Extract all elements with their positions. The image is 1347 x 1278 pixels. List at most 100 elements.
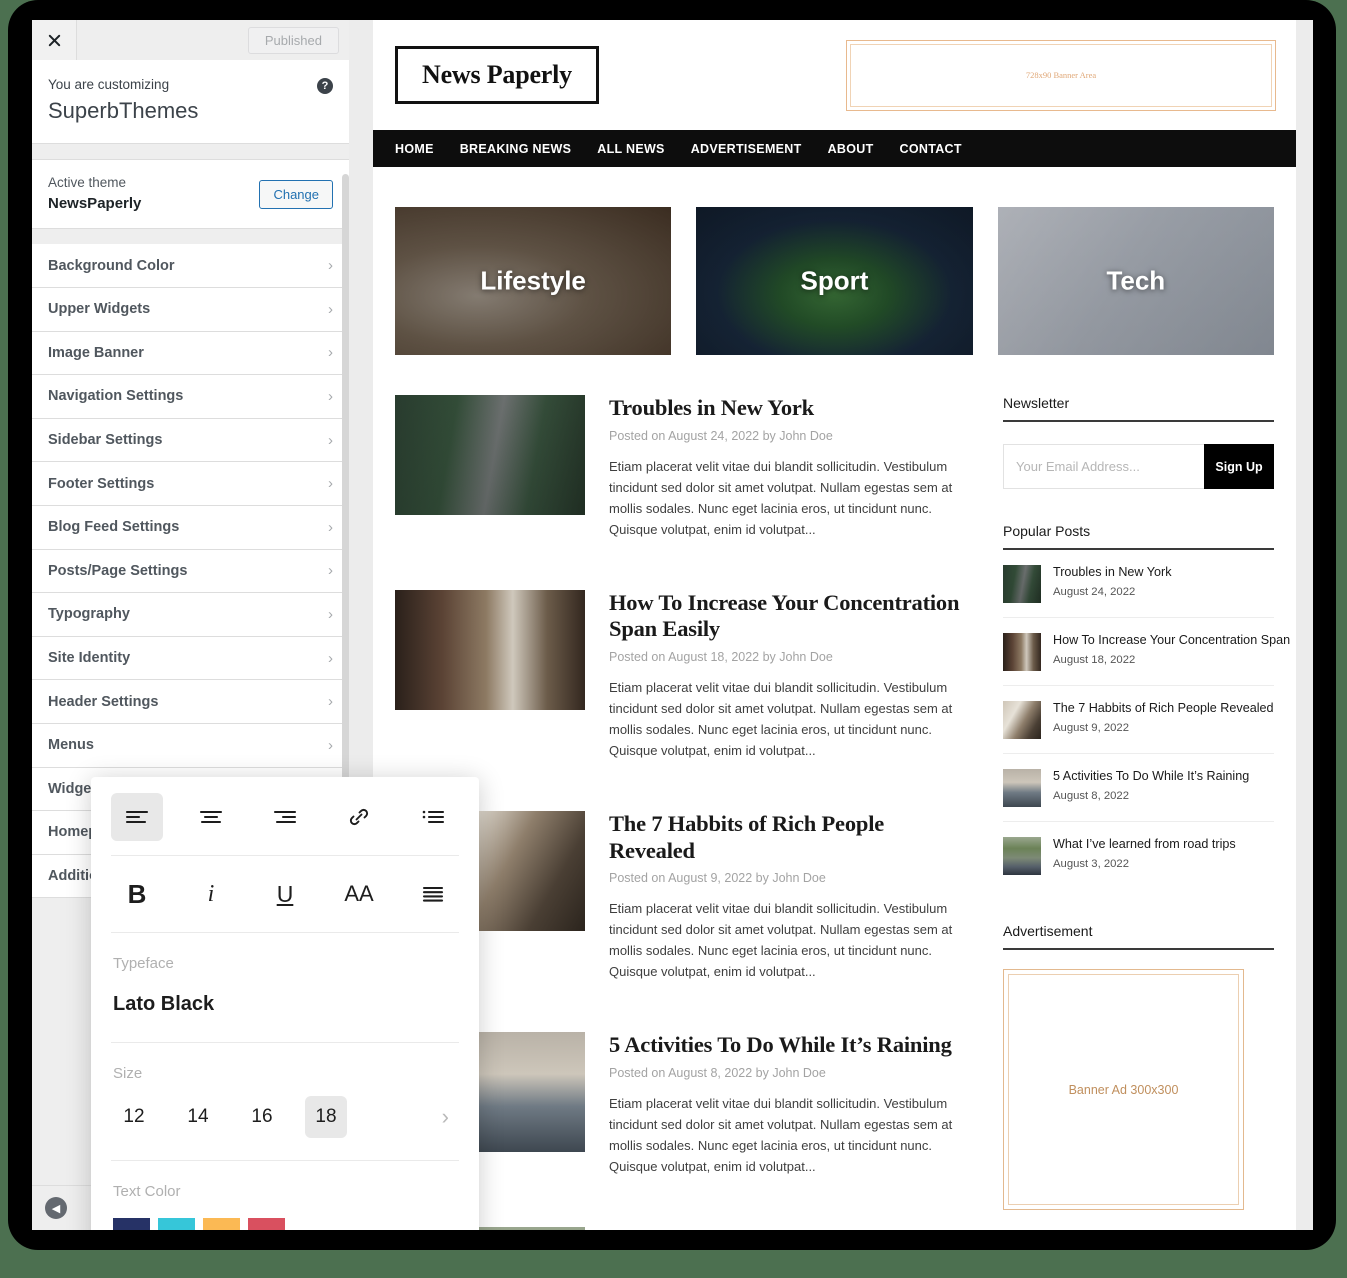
sidebar-item[interactable]: Sidebar Settings› (32, 419, 349, 463)
sidebar-item-label: Typography (48, 606, 328, 622)
sign-up-button[interactable]: Sign Up (1204, 444, 1274, 489)
popular-post-text: Troubles in New YorkAugust 24, 2022 (1053, 565, 1172, 598)
sidebar-item[interactable]: Blog Feed Settings› (32, 506, 349, 550)
category-card[interactable]: Tech (998, 207, 1274, 355)
help-icon[interactable]: ? (317, 78, 333, 94)
size-option[interactable]: 18 (305, 1096, 347, 1138)
popular-post-text: What I’ve learned from road tripsAugust … (1053, 837, 1236, 870)
italic-button[interactable]: i (185, 870, 237, 918)
post-thumbnail[interactable] (395, 590, 585, 710)
close-icon[interactable] (32, 20, 77, 60)
align-center-icon[interactable] (185, 793, 237, 841)
header-banner-area[interactable]: 728x90 Banner Area (846, 40, 1276, 111)
screen: Published You are customizing SuperbThem… (32, 20, 1313, 1230)
popular-post-thumbnail (1003, 565, 1041, 603)
size-option[interactable]: 14 (177, 1096, 219, 1138)
color-swatch[interactable] (203, 1218, 240, 1230)
site-logo[interactable]: News Paperly (395, 46, 599, 104)
post-item: What I’ve learned from road tripsPosted … (395, 1227, 973, 1230)
banner-ad-area[interactable]: Banner Ad 300x300 (1003, 969, 1244, 1210)
chevron-right-icon: › (328, 651, 333, 666)
post-meta: Posted on August 24, 2022 by John Doe (609, 429, 973, 443)
color-swatch[interactable] (113, 1218, 150, 1230)
popular-post-title: What I’ve learned from road trips (1053, 837, 1236, 853)
popular-post-item[interactable]: The 7 Habbits of Rich People RevealedAug… (1003, 686, 1274, 754)
line-height-icon[interactable] (407, 870, 459, 918)
post-meta: Posted on August 8, 2022 by John Doe (609, 1066, 973, 1080)
active-theme-label: Active theme (48, 174, 259, 193)
typeface-value[interactable]: Lato Black (113, 993, 457, 1036)
post-thumbnail[interactable] (395, 395, 585, 515)
sidebar-item-label: Image Banner (48, 345, 328, 361)
site-header: News Paperly 728x90 Banner Area (373, 20, 1296, 130)
nav-item[interactable]: BREAKING NEWS (460, 142, 572, 156)
banner-ad-label: Banner Ad 300x300 (1008, 974, 1239, 1205)
newsletter-form: Sign Up (1003, 444, 1274, 489)
chevron-right-icon: › (328, 302, 333, 317)
widget-title-advertisement: Advertisement (1003, 923, 1274, 950)
popular-post-title: How To Increase Your Concentration Span (1053, 633, 1290, 649)
popular-post-item[interactable]: What I’ve learned from road tripsAugust … (1003, 822, 1274, 889)
sidebar-item-label: Footer Settings (48, 476, 328, 492)
nav-item[interactable]: ABOUT (828, 142, 874, 156)
category-card[interactable]: Lifestyle (395, 207, 671, 355)
category-cards: Lifestyle SportTech (373, 167, 1296, 355)
customizer-scrollbar[interactable] (342, 174, 349, 854)
popular-post-thumbnail (1003, 769, 1041, 807)
nav-item[interactable]: ALL NEWS (597, 142, 664, 156)
align-left-icon[interactable] (111, 793, 163, 841)
size-options: 12 14 16 18 › (113, 1096, 457, 1154)
sidebar-item[interactable]: Typography› (32, 593, 349, 637)
sidebar-item-label: Background Color (48, 258, 328, 274)
sidebar-item[interactable]: Menus› (32, 724, 349, 768)
post-title[interactable]: The 7 Habbits of Rich People Revealed (609, 811, 973, 864)
sidebar-item[interactable]: Footer Settings› (32, 462, 349, 506)
nav-item[interactable]: HOME (395, 142, 434, 156)
popular-post-item[interactable]: How To Increase Your Concentration SpanA… (1003, 618, 1274, 686)
bullet-list-icon[interactable] (407, 793, 459, 841)
post-title[interactable]: What I’ve learned from road trips (609, 1227, 973, 1230)
nav-item[interactable]: ADVERTISEMENT (691, 142, 802, 156)
site-preview: News Paperly 728x90 Banner Area HOME BREA… (349, 20, 1313, 1230)
nav-item[interactable]: CONTACT (900, 142, 962, 156)
sidebar-item[interactable]: Header Settings› (32, 680, 349, 724)
post-title[interactable]: Troubles in New York (609, 395, 973, 422)
popular-post-title: The 7 Habbits of Rich People Revealed (1053, 701, 1274, 717)
chevron-right-icon[interactable]: › (442, 1104, 457, 1130)
popular-post-item[interactable]: 5 Activities To Do While It’s RainingAug… (1003, 754, 1274, 822)
sidebar-item-label: Upper Widgets (48, 301, 328, 317)
sidebar-item[interactable]: Posts/Page Settings› (32, 550, 349, 594)
sidebar-item[interactable]: Background Color› (32, 244, 349, 288)
popular-post-item[interactable]: Troubles in New YorkAugust 24, 2022 (1003, 550, 1274, 618)
sidebar-item[interactable]: Image Banner› (32, 332, 349, 376)
bold-button[interactable]: B (111, 870, 163, 918)
sidebar-item[interactable]: Site Identity› (32, 637, 349, 681)
category-card[interactable]: Sport (696, 207, 972, 355)
size-option[interactable]: 12 (113, 1096, 155, 1138)
align-right-icon[interactable] (259, 793, 311, 841)
sidebar-item[interactable]: Navigation Settings› (32, 375, 349, 419)
size-option[interactable]: 16 (241, 1096, 283, 1138)
chevron-right-icon: › (328, 694, 333, 709)
underline-button[interactable]: U (259, 870, 311, 918)
category-label: Lifestyle (395, 266, 671, 297)
device-frame: Published You are customizing SuperbThem… (8, 0, 1336, 1250)
color-swatch[interactable] (158, 1218, 195, 1230)
email-field[interactable] (1003, 444, 1204, 489)
main-columns: Troubles in New York Posted on August 24,… (373, 355, 1296, 1230)
post-title[interactable]: How To Increase Your Concentration Span … (609, 590, 973, 643)
letter-case-button[interactable]: AA (333, 870, 385, 918)
change-theme-button[interactable]: Change (259, 180, 333, 209)
sidebar-item[interactable]: Upper Widgets› (32, 288, 349, 332)
post-feed: Troubles in New York Posted on August 24,… (395, 395, 973, 1230)
color-swatch[interactable] (248, 1218, 285, 1230)
post-title[interactable]: 5 Activities To Do While It’s Raining (609, 1032, 973, 1059)
published-button[interactable]: Published (248, 27, 339, 54)
chevron-right-icon: › (328, 520, 333, 535)
popular-post-title: 5 Activities To Do While It’s Raining (1053, 769, 1249, 785)
link-icon[interactable] (333, 793, 385, 841)
sidebar-item-label: Blog Feed Settings (48, 519, 328, 535)
sidebar-item-label: Navigation Settings (48, 388, 328, 404)
popular-post-text: The 7 Habbits of Rich People RevealedAug… (1053, 701, 1274, 734)
chevron-right-icon: › (328, 607, 333, 622)
